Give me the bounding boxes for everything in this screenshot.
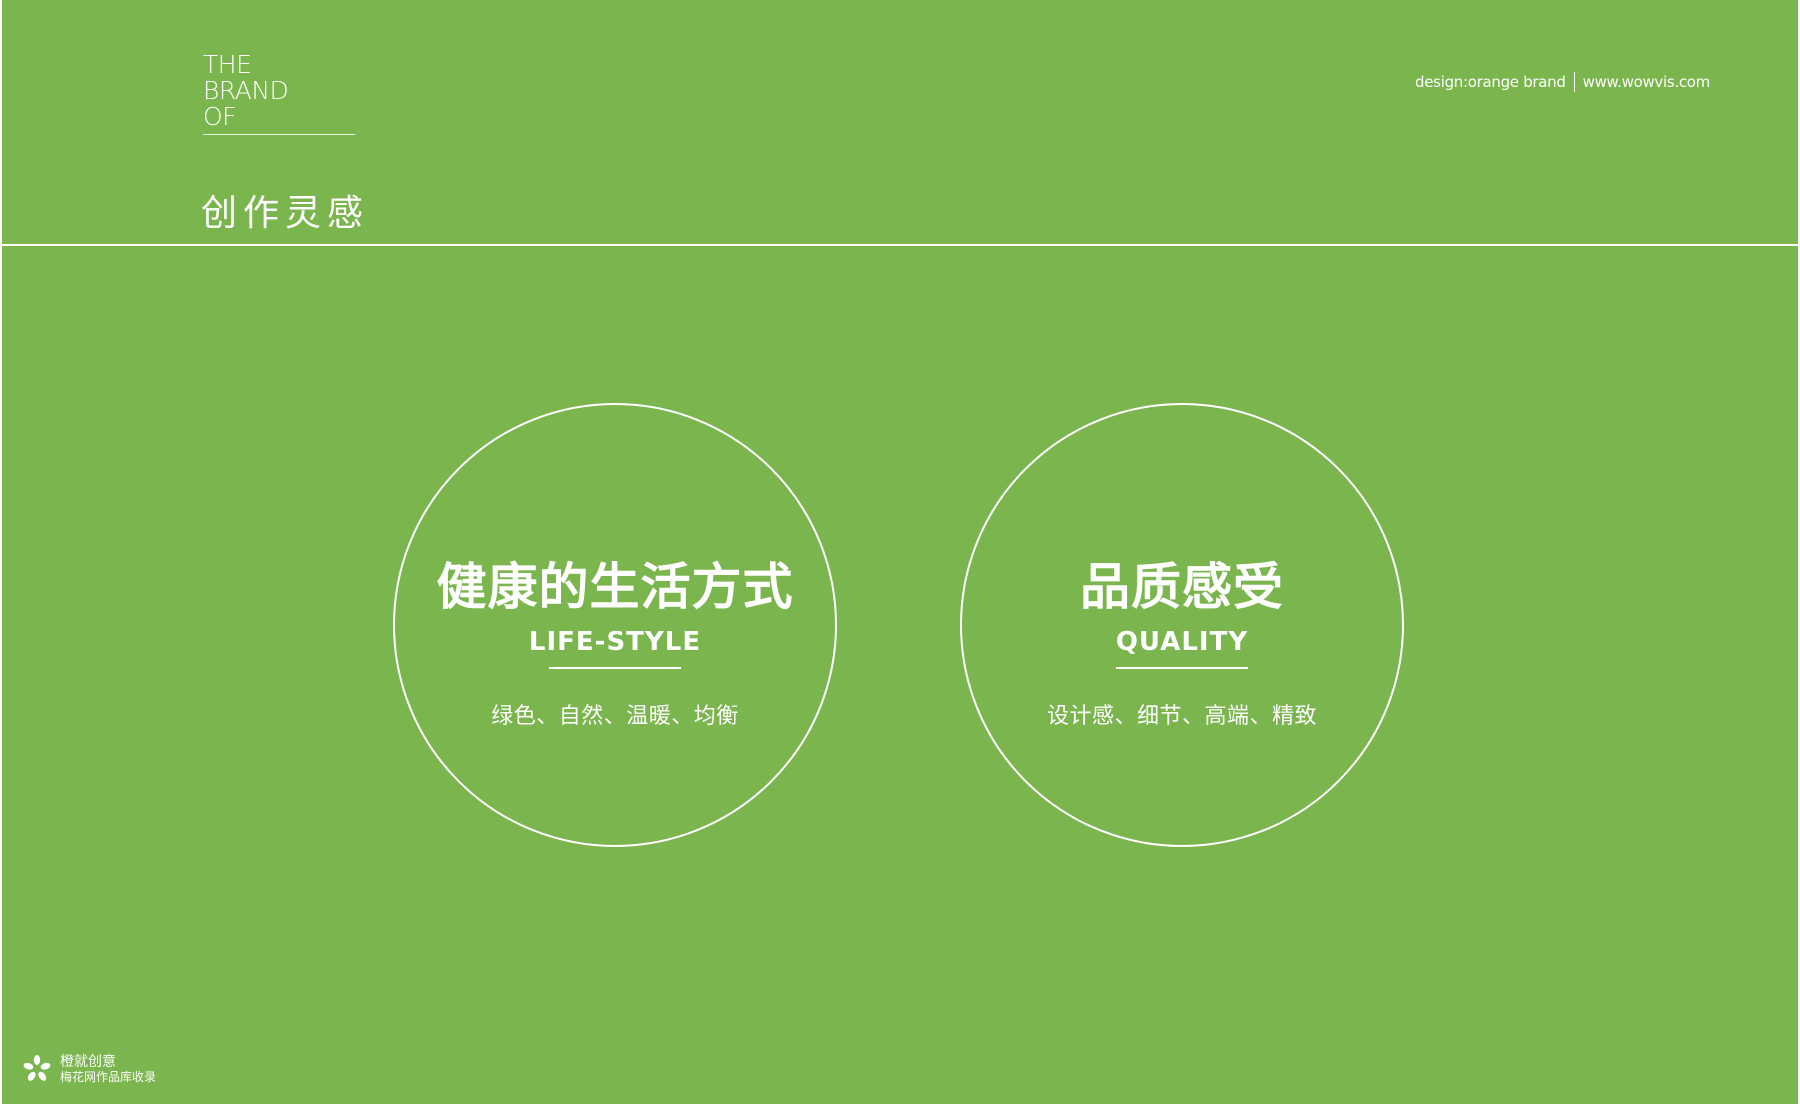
quality-description: 设计感、细节、高端、精致 — [1046, 704, 1317, 729]
watermark-line-2: 梅花网作品库收录 — [60, 1070, 157, 1084]
brand-underline — [203, 134, 355, 135]
brand-mark: THE BRAND OF — [203, 52, 355, 135]
lifestyle-title: 健康的生活方式 — [436, 557, 794, 616]
slide-page: THE BRAND OF 创作灵感 design:orange brand ww… — [2, 0, 1798, 1104]
top-credit: design:orange brand www.wowvis.com — [1415, 72, 1710, 92]
quality-subtitle: QUALITY — [1115, 627, 1249, 657]
watermark-line-1: 橙就创意 — [60, 1054, 116, 1070]
flower-logo-icon — [23, 1055, 51, 1081]
lifestyle-circle-content: 健康的生活方式 LIFE-STYLE 绿色、自然、温暖、均衡 — [395, 405, 835, 845]
header-divider — [2, 244, 1798, 246]
brand-line-the: THE — [203, 50, 252, 79]
lifestyle-underline — [549, 667, 681, 669]
quality-circle: 品质感受 QUALITY 设计感、细节、高端、精致 — [960, 403, 1404, 847]
section-title: 创作灵感 — [201, 193, 370, 234]
brand-line-of: OF — [203, 102, 237, 131]
lifestyle-subtitle: LIFE-STYLE — [528, 627, 702, 657]
website-link[interactable]: www.wowvis.com — [1583, 73, 1711, 91]
credit-divider — [1573, 72, 1575, 92]
watermark: 橙就创意 梅花网作品库收录 — [22, 1054, 156, 1084]
brand-line-brand: BRAND — [203, 76, 289, 105]
lifestyle-description: 绿色、自然、温暖、均衡 — [491, 704, 739, 729]
lifestyle-circle: 健康的生活方式 LIFE-STYLE 绿色、自然、温暖、均衡 — [393, 403, 837, 847]
quality-title: 品质感受 — [1080, 557, 1284, 616]
quality-circle-content: 品质感受 QUALITY 设计感、细节、高端、精致 — [962, 405, 1402, 845]
quality-underline — [1116, 667, 1248, 669]
design-credit: design:orange brand — [1415, 73, 1566, 91]
watermark-text: 橙就创意 梅花网作品库收录 — [60, 1054, 156, 1084]
